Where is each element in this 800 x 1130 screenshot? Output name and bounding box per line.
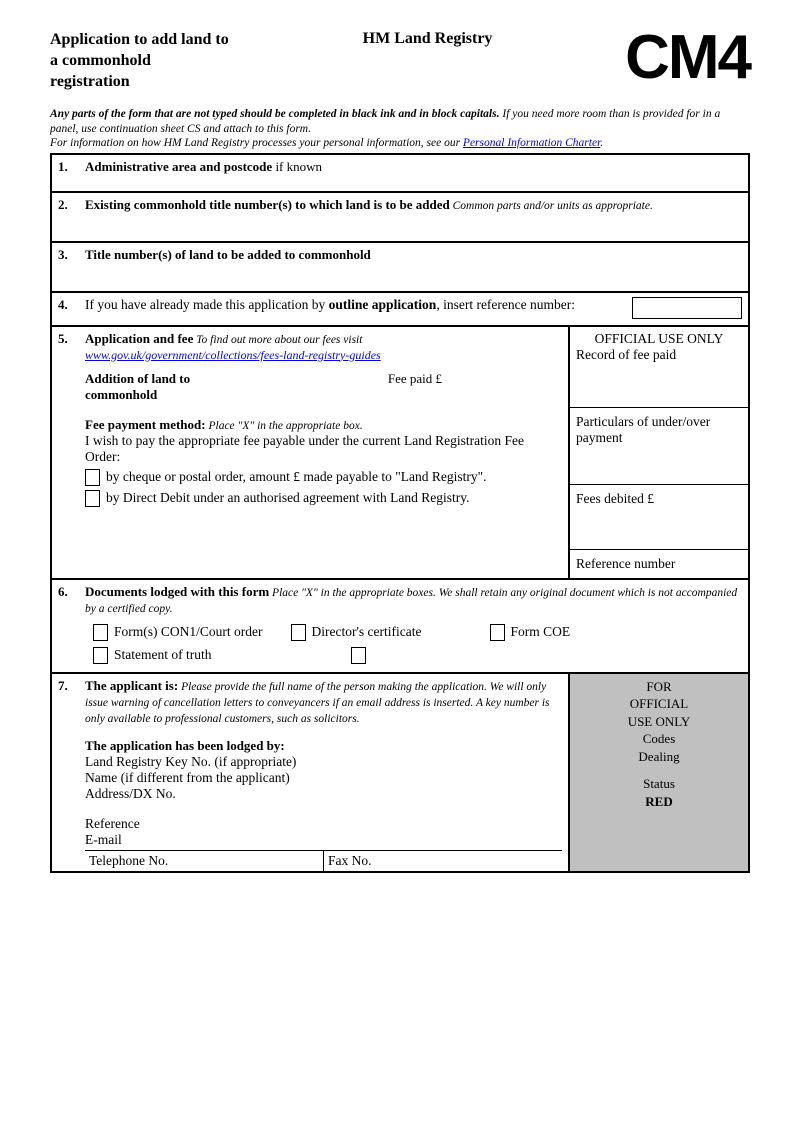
org-name: HM Land Registry [363,30,493,48]
section-1-num: 1. [51,154,85,192]
form-code: CM4 [625,30,750,86]
directors-cert-checkbox[interactable] [291,624,306,641]
form-table: 1. Administrative area and postcode if k… [50,153,750,873]
cheque-checkbox[interactable] [85,469,100,486]
section-7-heading: The applicant is: [85,678,178,693]
addition-label: Addition of land to commonhold [85,371,245,403]
section-2-num: 2. [51,192,85,242]
direct-debit-checkbox[interactable] [85,490,100,507]
fax-label: Fax No. [324,850,563,871]
section-2-heading: Existing commonhold title number(s) to w… [85,197,450,212]
con1-checkbox[interactable] [93,624,108,641]
section-6-heading: Documents lodged with this form [85,584,269,599]
section-5-heading: Application and fee [85,331,193,346]
form-header: Application to add land to a commonhold … [50,30,750,92]
direct-debit-label: by Direct Debit under an authorised agre… [106,490,562,507]
section-3-heading: Title number(s) of land to be added to c… [85,247,371,262]
section-7-num: 7. [51,673,85,872]
fee-method-heading: Fee payment method: [85,417,206,432]
telephone-label: Telephone No. [85,850,324,871]
section-5-num: 5. [51,326,85,579]
official-sidebar: FOR OFFICIAL USE ONLY Codes Dealing Stat… [569,673,749,872]
lodged-heading: The application has been lodged by: [85,738,285,753]
fee-intro: I wish to pay the appropriate fee payabl… [85,433,562,465]
statement-truth-checkbox[interactable] [93,647,108,664]
cheque-label: by cheque or postal order, amount £ made… [106,469,562,486]
personal-info-charter-link[interactable]: Personal Information Charter [463,137,600,149]
form-title: Application to add land to a commonhold … [50,30,230,92]
section-4-num: 4. [51,292,85,326]
outline-reference-input[interactable] [632,297,742,319]
instructions-bold: Any parts of the form that are not typed… [50,108,499,120]
instructions: Any parts of the form that are not typed… [50,107,750,150]
section-1-heading: Administrative area and postcode [85,159,272,174]
fees-guides-link[interactable]: www.gov.uk/government/collections/fees-l… [85,348,381,362]
section-6-num: 6. [51,579,85,673]
coe-checkbox[interactable] [490,624,505,641]
fee-paid-label: Fee paid £ [388,371,442,403]
extra-checkbox[interactable] [351,647,366,664]
section-3-num: 3. [51,242,85,292]
official-use-column: OFFICIAL USE ONLY Record of fee paid Par… [569,326,749,579]
